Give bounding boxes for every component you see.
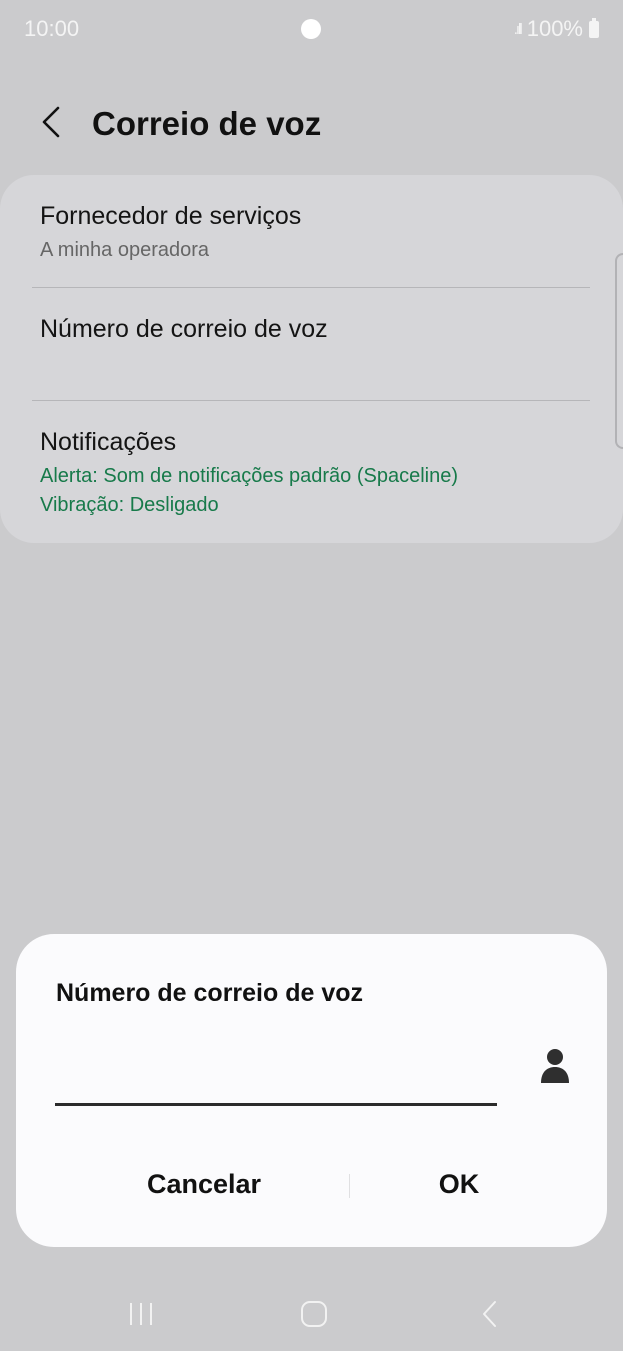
battery-percent: 100%	[526, 16, 583, 41]
setting-subtitle: A minha operadora	[40, 239, 210, 261]
signal-icon: .ıll	[513, 20, 523, 38]
header: Correio de voz	[0, 92, 623, 156]
voicemail-number-input[interactable]	[55, 1044, 497, 1106]
cancel-button[interactable]: Cancelar	[104, 1158, 304, 1210]
battery-icon	[589, 17, 599, 38]
settings-list: Fornecedor de serviços A minha operadora…	[0, 175, 623, 543]
page-title: Correio de voz	[92, 105, 322, 142]
status-indicators: .ıll 100%	[514, 16, 599, 42]
button-separator	[349, 1174, 350, 1198]
status-time: 10:00	[24, 16, 80, 41]
status-bar: 10:00 .ıll 100%	[0, 0, 623, 58]
voicemail-number-dialog: Número de correio de voz Cancelar OK	[16, 934, 607, 1247]
notification-alert-text: Alerta: Som de notificações padrão (Spac…	[40, 465, 459, 487]
notification-dot-icon	[301, 19, 321, 39]
setting-title: Notificações	[40, 428, 177, 456]
nav-back-icon[interactable]	[479, 1299, 501, 1329]
dialog-title: Número de correio de voz	[56, 979, 364, 1007]
notification-vibration-text: Vibração: Desligado	[40, 494, 219, 516]
setting-title: Fornecedor de serviços	[40, 202, 302, 230]
scroll-indicator[interactable]	[615, 253, 623, 449]
ok-button[interactable]: OK	[359, 1158, 559, 1210]
navigation-bar	[0, 1283, 623, 1351]
setting-service-provider[interactable]: Fornecedor de serviços A minha operadora	[0, 175, 623, 287]
setting-voicemail-number[interactable]: Número de correio de voz	[0, 288, 623, 400]
home-icon[interactable]	[300, 1300, 328, 1328]
contact-icon[interactable]	[540, 1048, 570, 1084]
back-arrow-icon[interactable]	[36, 104, 72, 140]
setting-title: Número de correio de voz	[40, 315, 328, 343]
recents-icon[interactable]	[128, 1301, 154, 1327]
setting-notifications[interactable]: Notificações Alerta: Som de notificações…	[0, 401, 623, 543]
